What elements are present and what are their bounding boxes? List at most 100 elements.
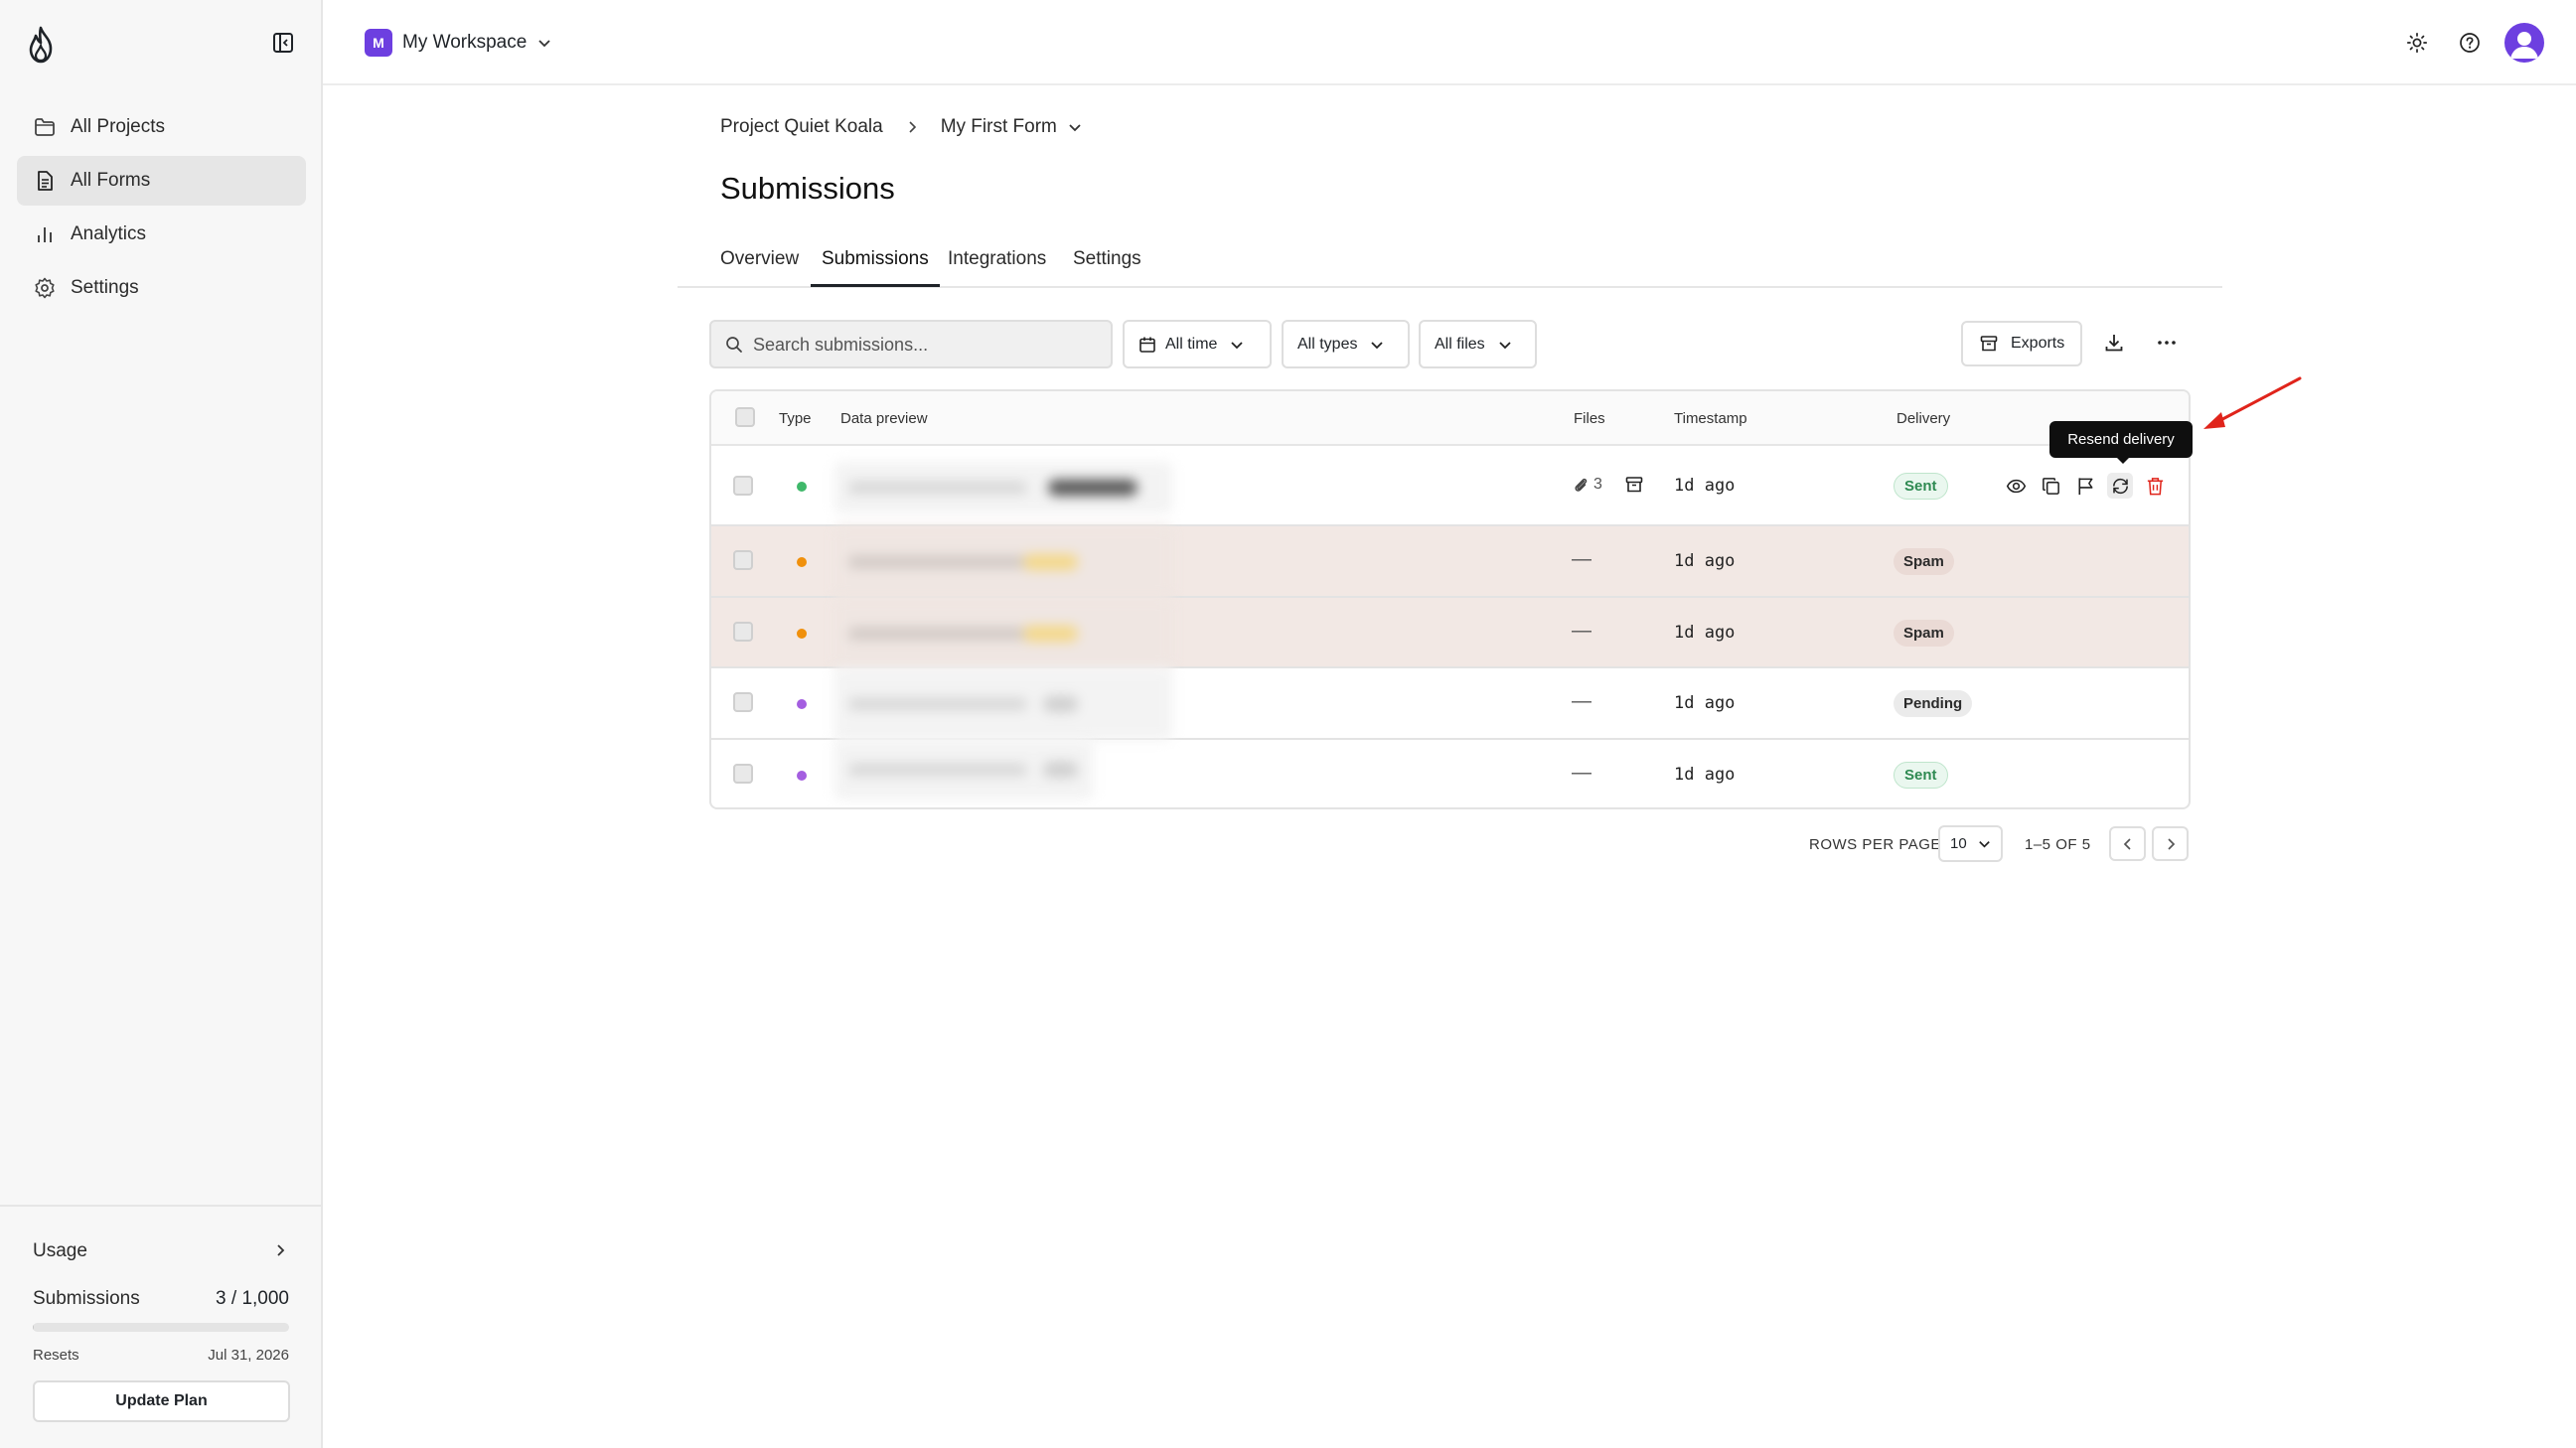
timestamp-cell: 1d ago xyxy=(1674,765,1736,785)
tooltip-caret xyxy=(2116,457,2130,464)
gear-icon xyxy=(33,276,57,300)
folder-icon xyxy=(33,115,57,139)
sidebar-item-settings[interactable]: Settings xyxy=(17,263,306,313)
chevron-down-icon xyxy=(536,35,552,51)
update-plan-button[interactable]: Update Plan xyxy=(33,1380,290,1422)
search-icon xyxy=(725,336,743,354)
top-bar: M My Workspace xyxy=(323,0,2576,85)
pagination-range: 1–5 OF 5 xyxy=(2025,836,2091,853)
trash-icon[interactable] xyxy=(2142,473,2168,499)
type-dot xyxy=(797,699,807,709)
timestamp-cell: 1d ago xyxy=(1674,693,1736,713)
row-checkbox[interactable] xyxy=(733,692,753,712)
tab-settings[interactable]: Settings xyxy=(1073,248,1141,270)
search-input[interactable]: Search submissions... xyxy=(709,320,1113,368)
filter-label: All files xyxy=(1435,335,1485,353)
download-icon[interactable] xyxy=(2103,332,2125,354)
time-filter-dropdown[interactable]: All time xyxy=(1123,320,1272,368)
files-count: 3 xyxy=(1593,476,1602,493)
next-page-button[interactable] xyxy=(2152,826,2189,861)
select-all-checkbox[interactable] xyxy=(735,407,755,427)
rows-per-page-select[interactable]: 10 xyxy=(1938,825,2003,862)
table-row[interactable]: — 1d ago Spam xyxy=(711,598,2189,668)
sidebar: All Projects All Forms Analytics Setting… xyxy=(0,0,323,1448)
table-row[interactable]: — 1d ago Pending xyxy=(711,668,2189,740)
chevron-down-icon xyxy=(1967,836,1992,851)
copy-icon[interactable] xyxy=(2038,473,2063,499)
delivery-status-badge: Pending xyxy=(1894,690,1973,717)
sidebar-item-all-forms[interactable]: All Forms xyxy=(17,156,306,206)
breadcrumb-project[interactable]: Project Quiet Koala xyxy=(720,116,883,138)
type-dot xyxy=(797,482,807,492)
sun-icon[interactable] xyxy=(2406,32,2428,54)
exports-button[interactable]: Exports xyxy=(1961,321,2082,366)
user-avatar[interactable] xyxy=(2504,23,2544,63)
resets-label: Resets xyxy=(33,1347,79,1364)
files-filter-dropdown[interactable]: All files xyxy=(1419,320,1537,368)
resets-date: Jul 31, 2026 xyxy=(208,1347,289,1364)
document-icon xyxy=(33,169,57,193)
archive-icon[interactable] xyxy=(1624,475,1644,495)
rows-per-page-label: ROWS PER PAGE xyxy=(1809,836,1941,853)
chevron-down-icon xyxy=(1229,337,1245,353)
paperclip-icon xyxy=(1572,476,1590,494)
workspace-switcher[interactable]: M My Workspace xyxy=(365,29,552,57)
submissions-table: Type Data preview Files Timestamp Delive… xyxy=(709,389,2191,809)
row-checkbox[interactable] xyxy=(733,550,753,570)
chevron-right-icon[interactable] xyxy=(272,1242,288,1258)
chevron-left-icon xyxy=(2120,836,2136,852)
blurred-data-preview xyxy=(834,598,1172,668)
files-cell: — xyxy=(1572,620,1591,642)
sidebar-item-label: Settings xyxy=(71,277,139,298)
table-row[interactable]: — 1d ago Sent xyxy=(711,740,2189,807)
red-arrow-annotation-icon xyxy=(2196,372,2305,434)
breadcrumb-form[interactable]: My First Form xyxy=(941,116,1057,138)
collapse-sidebar-icon[interactable] xyxy=(270,30,296,56)
row-checkbox[interactable] xyxy=(733,622,753,642)
sidebar-item-label: Analytics xyxy=(71,223,147,244)
timestamp-cell: 1d ago xyxy=(1674,551,1736,571)
column-header-delivery: Delivery xyxy=(1896,410,1951,427)
usage-title: Usage xyxy=(33,1240,87,1261)
chevron-down-icon xyxy=(1369,337,1385,353)
delivery-status-badge: Spam xyxy=(1894,620,1954,647)
row-checkbox[interactable] xyxy=(733,476,753,496)
sidebar-item-analytics[interactable]: Analytics xyxy=(17,210,306,259)
flag-icon[interactable] xyxy=(2072,473,2098,499)
table-row[interactable]: — 1d ago Spam xyxy=(711,526,2189,598)
blurred-data-preview xyxy=(834,668,1172,740)
column-header-timestamp: Timestamp xyxy=(1674,410,1747,427)
usage-progress-fill xyxy=(33,1323,34,1332)
help-icon[interactable] xyxy=(2459,32,2481,54)
timestamp-cell: 1d ago xyxy=(1674,476,1736,496)
timestamp-cell: 1d ago xyxy=(1674,623,1736,643)
column-header-files: Files xyxy=(1574,410,1605,427)
blurred-data-preview xyxy=(834,740,1093,799)
delivery-status-badge: Spam xyxy=(1894,548,1954,575)
chevron-right-icon xyxy=(905,120,919,134)
chevron-down-icon[interactable] xyxy=(1067,119,1083,135)
table-header: Type Data preview Files Timestamp Delive… xyxy=(711,391,2189,446)
type-filter-dropdown[interactable]: All types xyxy=(1282,320,1410,368)
submissions-usage-count: 3 / 1,000 xyxy=(216,1288,289,1309)
eye-icon[interactable] xyxy=(2003,473,2029,499)
table-row[interactable]: 3 1d ago Sent xyxy=(711,446,2189,526)
column-header-type: Type xyxy=(779,410,812,427)
sidebar-item-all-projects[interactable]: All Projects xyxy=(17,102,306,152)
tab-overview[interactable]: Overview xyxy=(720,248,799,270)
previous-page-button[interactable] xyxy=(2109,826,2146,861)
tab-integrations[interactable]: Integrations xyxy=(948,248,1046,270)
calendar-icon xyxy=(1138,336,1165,354)
chevron-right-icon xyxy=(2163,836,2179,852)
tab-submissions[interactable]: Submissions xyxy=(822,248,929,270)
row-checkbox[interactable] xyxy=(733,764,753,784)
chevron-down-icon xyxy=(1497,337,1513,353)
page-title: Submissions xyxy=(720,171,895,206)
sidebar-item-label: All Forms xyxy=(71,170,151,191)
usage-panel: Usage Submissions 3 / 1,000 Resets Jul 3… xyxy=(0,1205,321,1448)
files-cell: — xyxy=(1572,762,1591,784)
flame-logo-icon[interactable] xyxy=(24,26,58,64)
workspace-badge: M xyxy=(365,29,392,57)
more-options-icon[interactable] xyxy=(2156,332,2178,354)
resend-delivery-icon[interactable] xyxy=(2107,473,2133,499)
